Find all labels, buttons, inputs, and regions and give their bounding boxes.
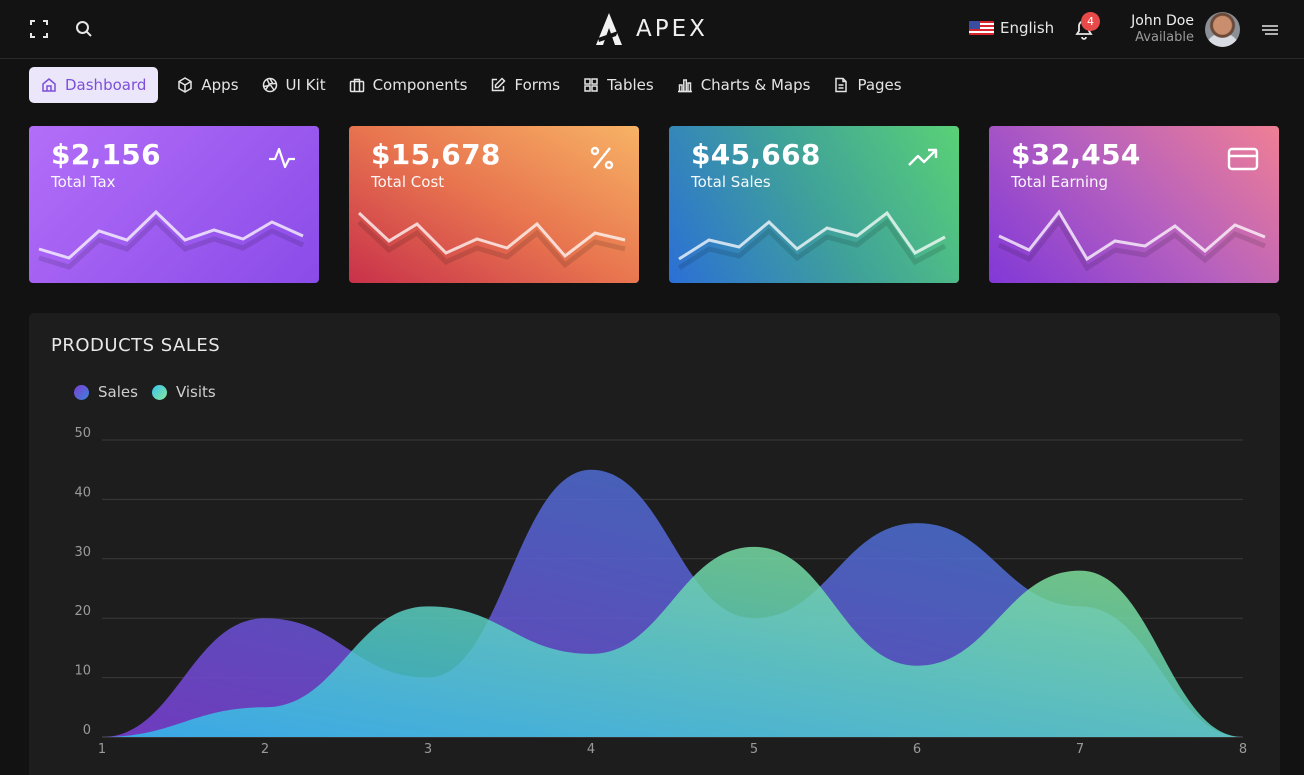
y-tick-label: 40 bbox=[74, 485, 91, 500]
credit-card-icon bbox=[1227, 143, 1259, 173]
aperture-icon bbox=[262, 77, 277, 93]
nav-item-label: UI Kit bbox=[285, 76, 326, 94]
y-tick-label: 50 bbox=[74, 426, 91, 441]
box-icon bbox=[178, 77, 193, 93]
stat-value: $2,156 bbox=[51, 138, 161, 171]
y-tick-label: 0 bbox=[83, 723, 91, 738]
trending-up-icon bbox=[907, 143, 938, 173]
stat-label: Total Earning bbox=[1011, 173, 1109, 191]
language-label: English bbox=[1000, 19, 1055, 37]
x-tick-label: 7 bbox=[1076, 742, 1084, 757]
stat-label: Total Sales bbox=[691, 173, 771, 191]
nav-item-label: Tables bbox=[607, 76, 654, 94]
us-flag-icon bbox=[969, 21, 994, 35]
user-info[interactable]: John Doe Available bbox=[1110, 13, 1194, 45]
grid-icon bbox=[584, 78, 598, 92]
nav-item-charts-maps[interactable]: Charts & Maps bbox=[666, 67, 822, 103]
x-tick-label: 4 bbox=[587, 742, 595, 757]
menu-toggle-icon[interactable] bbox=[1261, 23, 1279, 37]
apex-logo-icon bbox=[596, 13, 622, 45]
user-status: Available bbox=[1135, 30, 1194, 45]
file-text-icon bbox=[835, 77, 848, 93]
activity-icon bbox=[267, 143, 297, 173]
stat-card-total-cost[interactable]: $15,678 Total Cost bbox=[349, 126, 639, 283]
stat-label: Total Cost bbox=[371, 173, 445, 191]
notification-badge: 4 bbox=[1081, 12, 1100, 31]
y-tick-label: 20 bbox=[74, 604, 91, 619]
x-tick-label: 6 bbox=[913, 742, 921, 757]
stat-card-total-sales[interactable]: $45,668 Total Sales bbox=[669, 126, 959, 283]
x-tick-label: 8 bbox=[1239, 742, 1247, 757]
x-tick-label: 2 bbox=[261, 742, 269, 757]
stat-value: $15,678 bbox=[371, 138, 501, 171]
nav-item-label: Pages bbox=[857, 76, 902, 94]
home-icon bbox=[42, 78, 56, 92]
nav-item-apps[interactable]: Apps bbox=[166, 67, 249, 103]
briefcase-icon bbox=[349, 78, 364, 93]
nav-item-label: Components bbox=[372, 76, 468, 94]
nav-item-forms[interactable]: Forms bbox=[479, 67, 571, 103]
fullscreen-icon[interactable] bbox=[28, 18, 50, 40]
products-sales-panel: PRODUCTS SALES Sales Visits 0 10 20 30 40 50 1… bbox=[29, 313, 1280, 775]
top-bar: APEX English 4 John Doe Available bbox=[0, 0, 1304, 59]
nav-item-label: Forms bbox=[514, 76, 561, 94]
main-nav: Dashboard Apps UI Kit Components Forms T… bbox=[29, 67, 914, 103]
stat-label: Total Tax bbox=[51, 173, 116, 191]
avatar[interactable] bbox=[1205, 12, 1240, 47]
user-name: John Doe bbox=[1131, 13, 1194, 29]
language-selector[interactable]: English bbox=[969, 19, 1054, 37]
x-tick-label: 5 bbox=[750, 742, 758, 757]
nav-item-tables[interactable]: Tables bbox=[572, 67, 665, 103]
stat-value: $45,668 bbox=[691, 138, 821, 171]
nav-item-ui-kit[interactable]: UI Kit bbox=[251, 67, 337, 103]
brand-name: APEX bbox=[636, 16, 708, 42]
nav-item-dashboard[interactable]: Dashboard bbox=[29, 67, 159, 103]
percent-icon bbox=[587, 143, 617, 173]
brand-logo[interactable]: APEX bbox=[594, 12, 708, 46]
bar-chart-icon bbox=[677, 79, 692, 93]
stat-value: $32,454 bbox=[1011, 138, 1141, 171]
y-tick-label: 10 bbox=[74, 664, 91, 679]
y-tick-label: 30 bbox=[74, 545, 91, 560]
stat-card-total-earning[interactable]: $32,454 Total Earning bbox=[989, 126, 1279, 283]
nav-item-label: Charts & Maps bbox=[700, 76, 811, 94]
nav-item-pages[interactable]: Pages bbox=[822, 67, 912, 103]
stat-card-total-tax[interactable]: $2,156 Total Tax bbox=[29, 126, 319, 283]
nav-item-label: Dashboard bbox=[65, 76, 147, 94]
x-tick-label: 1 bbox=[98, 742, 106, 757]
edit-icon bbox=[492, 77, 507, 92]
search-icon[interactable] bbox=[73, 18, 95, 40]
x-tick-label: 3 bbox=[424, 742, 432, 757]
products-sales-chart: 0 10 20 30 40 50 1 2 3 4 5 6 7 8 bbox=[74, 426, 1247, 757]
nav-item-label: Apps bbox=[201, 76, 239, 94]
nav-item-components[interactable]: Components bbox=[338, 67, 479, 103]
